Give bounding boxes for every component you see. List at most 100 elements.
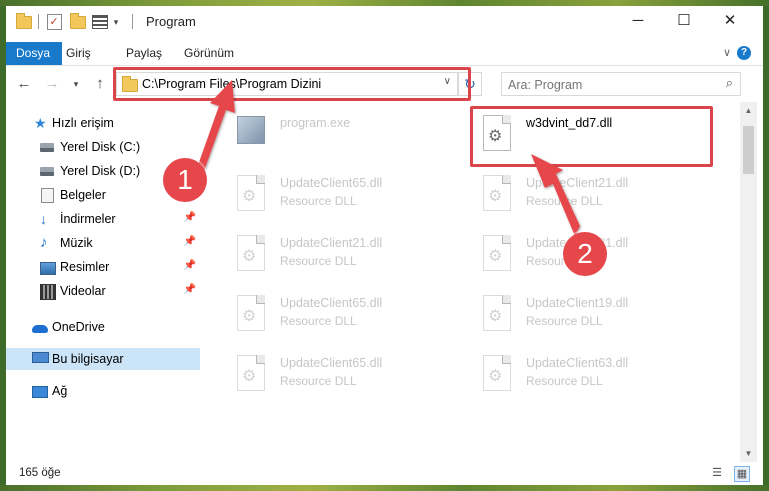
item-count: 165 öğe [19,467,61,479]
navigation-pane: ★ Hızlı erişim Yerel Disk (C:) Yerel Dis… [6,102,206,462]
file-type: Resource DLL [280,314,357,328]
dll-gear-icon: ⚙ [480,354,514,394]
pin-icon[interactable]: 📌 [184,236,196,247]
file-item[interactable]: ⚙ UpdateClient65.dll Resource DLL [234,174,464,226]
nav-label: Videolar [60,284,106,298]
file-item[interactable]: ⚙ UpdateClient65.dll Resource DLL [234,294,464,346]
file-name: UpdateClient63.dll [526,356,629,370]
pin-icon[interactable]: 📌 [184,260,196,271]
nav-item-local-disk-c[interactable]: Yerel Disk (C:) [6,136,200,158]
dll-gear-icon: ⚙ [234,354,268,394]
dll-gear-icon: ⚙ [480,174,514,214]
nav-item-onedrive[interactable]: OneDrive [6,316,200,338]
properties-check-icon[interactable]: ✓ [46,14,62,30]
nav-label: Yerel Disk (D:) [60,164,141,178]
nav-item-pictures[interactable]: Resimler 📌 [6,256,200,278]
title-divider [132,14,133,29]
nav-label: İndirmeler [60,212,116,226]
expand-ribbon-icon[interactable]: ∨ [723,46,731,59]
help-icon[interactable]: ? [737,46,751,60]
tab-view[interactable]: Görünüm [174,42,244,65]
nav-label: Müzik [60,236,93,250]
search-icon[interactable]: ⌕ [726,75,733,91]
nav-label: Ağ [52,384,68,398]
nav-item-downloads[interactable]: ↓ İndirmeler 📌 [6,208,200,230]
toolbar-divider [38,14,39,29]
desktop-background-bottom [0,485,769,491]
nav-item-videos[interactable]: Videolar 📌 [6,280,200,302]
nav-item-music[interactable]: ♪ Müzik 📌 [6,232,200,254]
vertical-scrollbar[interactable]: ▲ ▼ [740,102,757,462]
file-item[interactable]: ⚙ UpdateClient19.dll Resource DLL [480,294,710,346]
scroll-up-icon[interactable]: ▲ [740,102,757,119]
file-type: Resource DLL [280,194,357,208]
address-bar-highlight [113,67,471,101]
dll-file-highlight [470,106,713,167]
tab-share[interactable]: Paylaş [116,42,172,65]
view-options-icon[interactable] [92,14,108,30]
file-name: program.exe [280,116,351,130]
music-icon: ♪ [40,234,48,251]
dll-gear-icon: ⚙ [480,234,514,274]
file-item[interactable]: ⚙ UpdateClient65.dll Resource DLL [234,354,464,406]
file-name: UpdateClient19.dll [526,296,629,310]
up-arrow-icon[interactable]: ↑ [90,75,110,92]
file-name: UpdateClient65.dll [280,296,383,310]
this-pc-icon [32,352,49,363]
file-type: Resource DLL [526,194,603,208]
dll-gear-icon: ⚙ [234,174,268,214]
new-folder-icon[interactable] [70,12,86,30]
file-name: UpdateClient21.dll [526,176,629,190]
network-icon [32,386,48,398]
onedrive-icon [32,325,48,333]
forward-arrow-icon[interactable]: → [42,75,62,92]
tab-home[interactable]: Giriş [56,42,101,65]
details-view-icon[interactable]: ☰ [710,466,724,480]
search-input[interactable] [506,75,710,94]
recent-locations-icon[interactable]: ▾ [66,79,86,90]
nav-label: Resimler [60,260,110,274]
minimize-button[interactable]: ─ [615,6,661,36]
scroll-thumb[interactable] [743,126,754,174]
search-box[interactable]: ⌕ [501,72,741,96]
nav-item-network[interactable]: Ağ [6,380,200,402]
back-arrow-icon[interactable]: ← [14,75,34,92]
quick-access-dropdown-icon[interactable]: ▾ [110,14,122,30]
nav-label: Belgeler [60,188,106,202]
nav-item-this-pc[interactable]: Bu bilgisayar [6,348,200,370]
file-name: UpdateClient65.dll [280,356,383,370]
drive-icon [40,143,54,152]
file-item[interactable]: ⚙ UpdateClient21.dll Resource DLL [234,234,464,286]
file-item[interactable]: ⚙ UpdateClient63.dll Resource DLL [480,354,710,406]
pictures-icon [40,262,56,275]
large-icons-view-icon[interactable]: ▦ [734,466,750,482]
scroll-down-icon[interactable]: ▼ [740,445,757,462]
file-type: Resource DLL [526,314,603,328]
file-type: Resource DLL [526,374,603,388]
star-icon: ★ [34,115,47,131]
dll-gear-icon: ⚙ [234,234,268,274]
nav-label: Hızlı erişim [52,116,114,130]
file-name: UpdateClient21.dll [280,236,383,250]
title-bar: ✓ ▾ Program ─ ☐ ✕ [6,6,763,36]
pin-icon[interactable]: 📌 [184,212,196,223]
nav-label: Yerel Disk (C:) [60,140,141,154]
dll-gear-icon: ⚙ [480,294,514,334]
file-item[interactable]: ⚙ UpdateClient21.dll Resource DLL [480,174,710,226]
step-callout-1: 1 [163,158,207,202]
tab-file[interactable]: Dosya [6,42,62,65]
drive-icon [40,167,54,176]
file-item[interactable]: program.exe [234,114,464,166]
videos-icon [40,284,56,300]
step-callout-2: 2 [563,232,607,276]
downloads-icon: ↓ [40,211,47,227]
nav-item-quick-access[interactable]: ★ Hızlı erişim [6,112,200,134]
maximize-button[interactable]: ☐ [661,6,707,36]
nav-label: OneDrive [52,320,105,334]
pin-icon[interactable]: 📌 [184,284,196,295]
close-button[interactable]: ✕ [707,6,753,36]
file-type: Resource DLL [280,374,357,388]
file-type: Resource DLL [280,254,357,268]
file-name: UpdateClient65.dll [280,176,383,190]
status-bar: 165 öğe ☰ ▦ [6,462,763,485]
